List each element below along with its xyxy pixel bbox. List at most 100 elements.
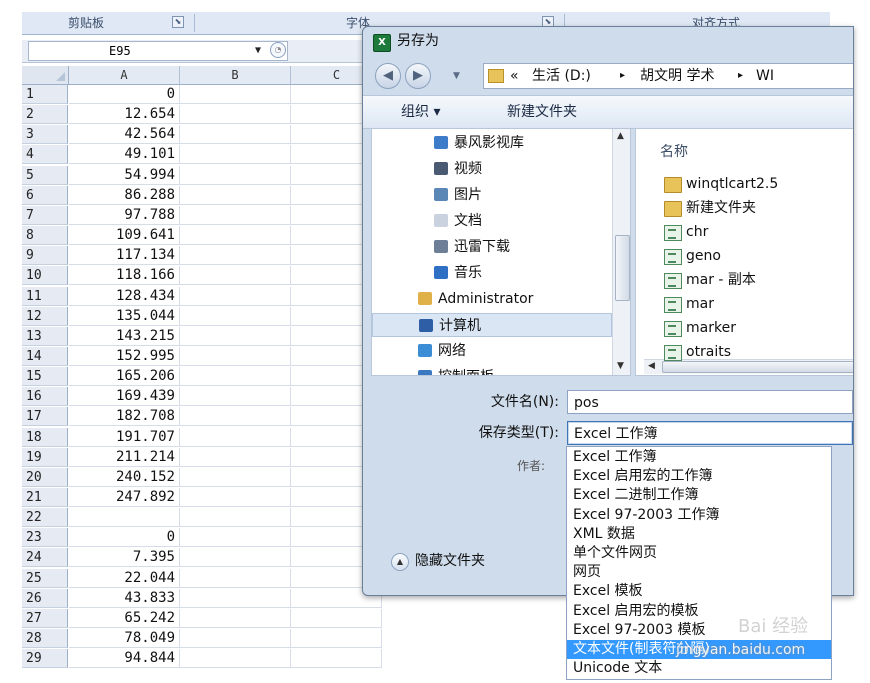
cell-a[interactable]: 12.654 xyxy=(69,105,180,125)
row-header[interactable]: 26 xyxy=(22,588,68,608)
row-header[interactable]: 19 xyxy=(22,447,68,467)
cell-a[interactable]: 118.166 xyxy=(69,266,180,286)
row-header[interactable]: 11 xyxy=(22,286,68,306)
row-header[interactable]: 10 xyxy=(22,266,68,286)
cell-b[interactable] xyxy=(180,246,291,266)
address-crumb-drive[interactable]: 生活 (D:) xyxy=(532,64,591,88)
cell-b[interactable] xyxy=(180,266,291,286)
save-type-option[interactable]: Excel 启用宏的工作簿 xyxy=(567,467,831,486)
row-header[interactable]: 28 xyxy=(22,629,68,649)
cell-b[interactable] xyxy=(180,588,291,608)
cell-a[interactable]: 78.049 xyxy=(69,629,180,649)
address-bar[interactable]: « 生活 (D:) ▸ 胡文明 学术 ▸ WI xyxy=(483,63,853,89)
scroll-down-icon[interactable]: ▼ xyxy=(617,361,624,371)
cell-b[interactable] xyxy=(180,467,291,487)
cell-a[interactable]: 42.564 xyxy=(69,125,180,145)
cell-b[interactable] xyxy=(180,125,291,145)
cell-a[interactable]: 152.995 xyxy=(69,346,180,366)
cell-a[interactable]: 54.994 xyxy=(69,165,180,185)
row-header[interactable]: 8 xyxy=(22,226,68,246)
address-crumb-subfolder[interactable]: WI xyxy=(756,64,774,88)
save-type-option[interactable]: Unicode 文本 xyxy=(567,659,831,678)
row-header[interactable]: 5 xyxy=(22,165,68,185)
cell-a[interactable]: 43.833 xyxy=(69,588,180,608)
nav-tree-item[interactable]: 音乐 xyxy=(372,261,612,285)
back-button[interactable]: ◀ xyxy=(375,63,401,89)
cell-a[interactable]: 0 xyxy=(69,528,180,548)
row-header[interactable]: 17 xyxy=(22,407,68,427)
nav-tree-item[interactable]: 迅雷下载 xyxy=(372,235,612,259)
cell-c[interactable] xyxy=(291,608,382,628)
cell-a[interactable]: 0 xyxy=(69,85,180,104)
nav-tree-item[interactable]: Administrator xyxy=(372,287,612,311)
filename-input[interactable]: pos xyxy=(567,390,853,414)
row-header[interactable]: 7 xyxy=(22,205,68,225)
cell-b[interactable] xyxy=(180,367,291,387)
chevron-down-icon[interactable]: ▼ xyxy=(255,42,261,60)
row-header[interactable]: 25 xyxy=(22,568,68,588)
cell-b[interactable] xyxy=(180,185,291,205)
cell-a[interactable]: 165.206 xyxy=(69,367,180,387)
formula-circle-icon[interactable]: ◔ xyxy=(270,42,286,58)
row-header[interactable]: 3 xyxy=(22,125,68,145)
save-type-option[interactable]: Excel 二进制工作簿 xyxy=(567,486,831,505)
cell-a[interactable]: 49.101 xyxy=(69,145,180,165)
save-type-option[interactable]: Excel 97-2003 工作簿 xyxy=(567,506,831,525)
row-header[interactable]: 18 xyxy=(22,427,68,447)
cell-b[interactable] xyxy=(180,286,291,306)
navigation-pane[interactable]: 控制面板网络计算机Administrator音乐迅雷下载文档图片视频暴风影视库 … xyxy=(371,128,631,376)
save-type-option[interactable]: Excel 模板 xyxy=(567,582,831,601)
save-type-option[interactable]: Excel 启用宏的模板 xyxy=(567,602,831,621)
nav-tree-item[interactable]: 视频 xyxy=(372,157,612,181)
address-overflow[interactable]: « xyxy=(510,64,519,88)
nav-tree-item[interactable]: 暴风影视库 xyxy=(372,131,612,155)
column-header-b[interactable]: B xyxy=(180,66,291,85)
row-header[interactable]: 29 xyxy=(22,649,68,669)
row-header[interactable]: 12 xyxy=(22,306,68,326)
cell-a[interactable]: 94.844 xyxy=(69,649,180,669)
worksheet-grid[interactable]: A B C 1 0 2 12.654 3 42.564 4 49.101 5 54.994 6 86.… xyxy=(22,66,383,683)
nav-tree-item[interactable]: 文档 xyxy=(372,209,612,233)
nav-tree-item[interactable]: 计算机 xyxy=(372,313,612,337)
cell-a[interactable] xyxy=(69,508,180,528)
cell-b[interactable] xyxy=(180,568,291,588)
file-list-hscrollbar[interactable]: ◀ xyxy=(644,359,853,374)
cell-b[interactable] xyxy=(180,205,291,225)
scroll-up-icon[interactable]: ▲ xyxy=(617,131,624,141)
cell-b[interactable] xyxy=(180,145,291,165)
column-header-a[interactable]: A xyxy=(69,66,180,85)
row-header[interactable]: 2 xyxy=(22,105,68,125)
forward-button[interactable]: ▶ xyxy=(405,63,431,89)
scroll-left-icon[interactable]: ◀ xyxy=(648,361,655,371)
cell-b[interactable] xyxy=(180,629,291,649)
cell-a[interactable]: 247.892 xyxy=(69,488,180,507)
cell-b[interactable] xyxy=(180,508,291,528)
cell-b[interactable] xyxy=(180,85,291,104)
cell-a[interactable]: 7.395 xyxy=(69,548,180,568)
chevron-up-icon[interactable]: ▲ xyxy=(391,553,409,571)
cell-b[interactable] xyxy=(180,387,291,407)
save-type-option[interactable]: Excel 97-2003 模板 xyxy=(567,621,831,640)
cell-a[interactable]: 211.214 xyxy=(69,447,180,467)
cell-b[interactable] xyxy=(180,407,291,427)
cell-a[interactable]: 109.641 xyxy=(69,226,180,246)
nav-tree-item[interactable]: 图片 xyxy=(372,183,612,207)
row-header[interactable]: 6 xyxy=(22,185,68,205)
save-type-option[interactable]: 单个文件网页 xyxy=(567,544,831,563)
nav-tree-item[interactable]: 网络 xyxy=(372,339,612,363)
save-type-option[interactable]: 网页 xyxy=(567,563,831,582)
hide-folders-button[interactable]: 隐藏文件夹 xyxy=(415,551,485,571)
save-type-option[interactable]: Excel 工作簿 xyxy=(567,448,831,467)
row-header[interactable]: 20 xyxy=(22,467,68,487)
name-box[interactable]: E95 ▼ xyxy=(28,41,288,61)
cell-a[interactable]: 143.215 xyxy=(69,326,180,346)
cell-b[interactable] xyxy=(180,105,291,125)
cell-b[interactable] xyxy=(180,346,291,366)
cell-b[interactable] xyxy=(180,447,291,467)
cell-c[interactable] xyxy=(291,649,382,669)
row-header[interactable]: 22 xyxy=(22,508,68,528)
cell-a[interactable]: 169.439 xyxy=(69,387,180,407)
navigation-scrollbar[interactable]: ▲ ▼ xyxy=(612,129,630,375)
row-header[interactable]: 24 xyxy=(22,548,68,568)
cell-a[interactable]: 182.708 xyxy=(69,407,180,427)
